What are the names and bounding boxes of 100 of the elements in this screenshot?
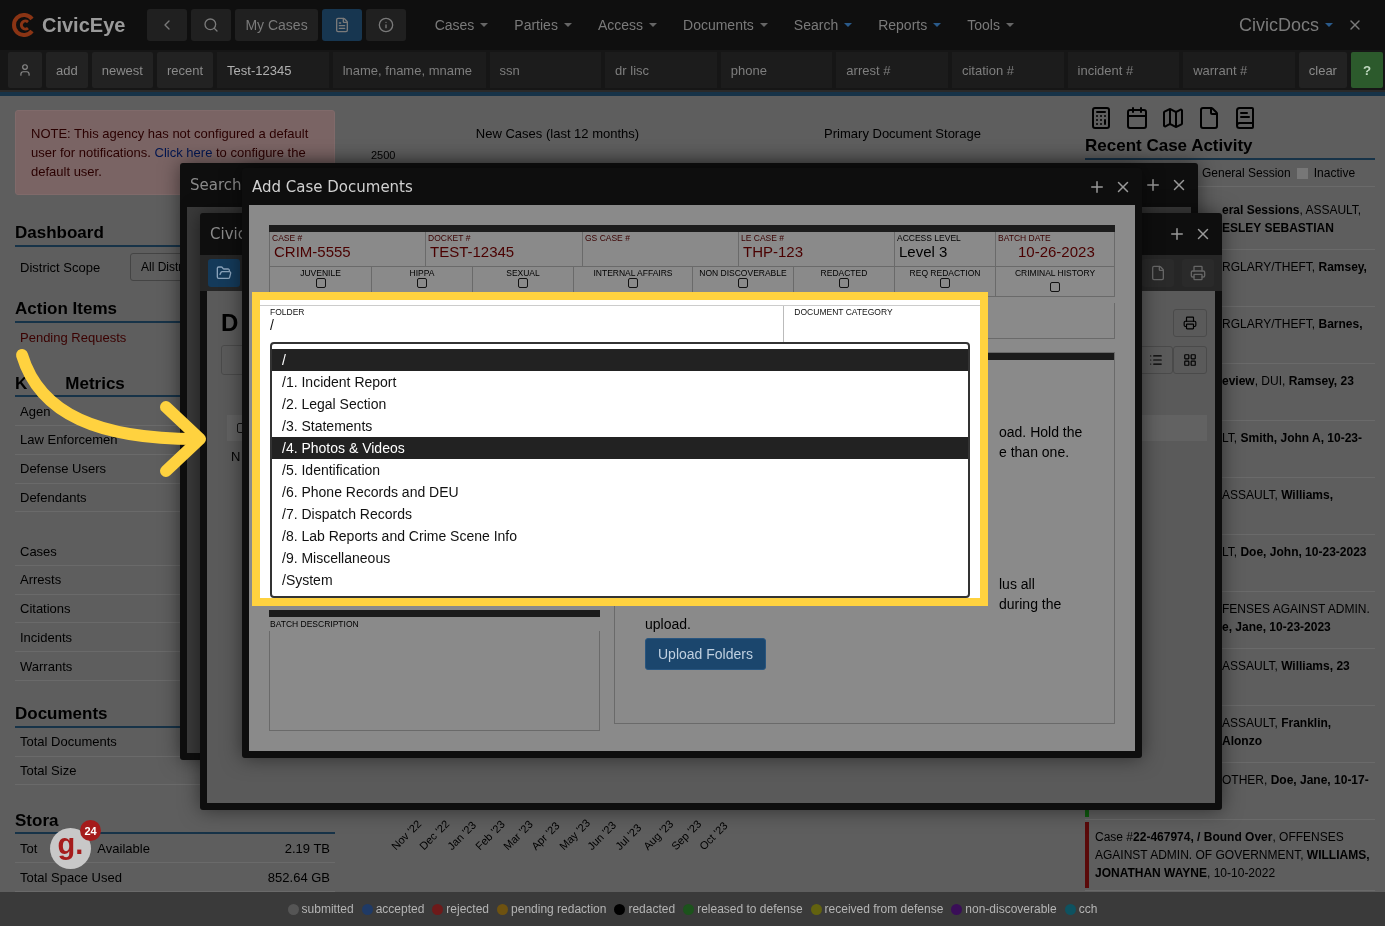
help-button[interactable]: ? [1350, 52, 1383, 88]
metric-value: 852.64 GB [267, 869, 330, 885]
clear-button[interactable]: clear [1298, 52, 1347, 88]
flag-label: REDACTED [820, 268, 868, 278]
chart-title: New Cases (last 12 months) [474, 126, 641, 141]
info-button[interactable] [365, 9, 406, 41]
checkbox[interactable] [738, 278, 748, 288]
field-value: / [270, 317, 274, 333]
brand-menu[interactable]: CivicDocs [1239, 14, 1333, 36]
folder-button[interactable] [208, 259, 240, 287]
menu-item[interactable]: Reports [867, 17, 953, 33]
search-field[interactable]: lname, fname, mname [332, 52, 486, 88]
batch-description-field[interactable] [269, 631, 600, 731]
checkbox[interactable] [628, 278, 638, 288]
logo-icon [12, 13, 36, 37]
flag-label: INTERNAL AFFAIRS [593, 268, 673, 278]
menu-item[interactable]: Access [586, 17, 668, 33]
info-icon [377, 17, 394, 33]
checkbox[interactable] [518, 278, 528, 288]
metric-label: Total Space Used [20, 869, 122, 885]
folder-option[interactable]: /4. Photos & Videos [272, 437, 968, 459]
page-heading: D [221, 309, 239, 337]
menu-item[interactable]: Parties [503, 17, 583, 33]
metric-label: Incidents [20, 629, 73, 645]
instruction-text: upload. [645, 615, 691, 634]
flag-label: JUVENILE [300, 268, 341, 278]
menu-item[interactable]: Cases [423, 17, 500, 33]
list-icon [1149, 353, 1163, 367]
search-button[interactable] [191, 9, 232, 41]
field-label: FOLDER [270, 307, 305, 317]
calendar-icon [1125, 106, 1149, 130]
section-title: Dashboard [15, 223, 104, 244]
metric-label: Warrants [20, 658, 73, 674]
search-field[interactable]: incident # [1067, 52, 1180, 88]
checkbox[interactable] [315, 278, 326, 288]
field-label: ACCESS LEVEL [897, 233, 962, 243]
metric-label: Defendants [20, 489, 87, 505]
metric-label: Total Size [20, 763, 77, 779]
checkbox[interactable] [940, 278, 950, 288]
field-label: GS CASE # [585, 233, 631, 243]
caret-icon [1325, 23, 1333, 27]
metric-label: Defense Users [20, 461, 106, 477]
menu-item[interactable]: Search [782, 17, 864, 33]
inactive-swatch [1296, 167, 1308, 179]
checkbox[interactable] [1050, 282, 1060, 292]
flag-label: REQ REDACTION [909, 268, 981, 278]
my-cases-button[interactable]: My Cases [235, 9, 318, 41]
legend-label: received from defense [824, 902, 944, 916]
user-icon [18, 63, 32, 77]
table-cell: N [231, 449, 241, 464]
print-icon [1183, 316, 1197, 330]
field-label: LE CASE # [741, 233, 785, 243]
menu-item[interactable]: Tools [956, 17, 1025, 33]
field-label: BATCH DESCRIPTION [269, 618, 360, 631]
grid-icon [1183, 353, 1197, 367]
grid-view-button[interactable] [1173, 346, 1207, 374]
map-icon [1161, 106, 1185, 130]
file-icon [1150, 265, 1166, 281]
field-value: 10-26-2023 [1017, 243, 1096, 260]
field-label: BATCH DATE [998, 233, 1052, 243]
flag-label: SEXUAL [506, 268, 540, 278]
file-button[interactable] [1142, 259, 1174, 287]
legend-label: rejected [446, 902, 490, 916]
metric-label: Law Enforcemen [20, 432, 118, 448]
menu-item[interactable]: Documents [672, 17, 779, 33]
pending-requests-link[interactable]: Pending Requests [20, 329, 127, 345]
window-title: Search [190, 176, 242, 194]
search-field[interactable]: Test-12345 [217, 52, 329, 88]
configure-link[interactable]: Click here [154, 145, 213, 160]
search-bar-button[interactable]: recent [156, 52, 214, 88]
user-button[interactable] [8, 52, 42, 88]
search-icon [203, 17, 220, 33]
chart-title: Primary Document Storage [823, 126, 982, 141]
instruction-text: e than one. [999, 443, 1070, 462]
section-title: K [15, 373, 28, 394]
document-button[interactable] [321, 9, 362, 41]
section-title: Metrics [65, 373, 125, 394]
search-field[interactable]: phone [720, 52, 833, 88]
metric-label: Total Documents [20, 734, 117, 750]
print-button[interactable] [1173, 309, 1207, 337]
field-value: Level 3 [898, 243, 949, 260]
activity-item[interactable]: Case #22-467974, / Bound Over, OFFENSES AGAINST ADMIN. OF GOVERNMENT, WILLIAMS, JONATHAN WAYNE, 10-10-2022 [1089, 820, 1375, 890]
search-field[interactable]: dr lisc [605, 52, 717, 88]
search-field[interactable]: arrest # [836, 52, 948, 88]
notification-count: 24 [80, 820, 101, 841]
search-field[interactable]: warrant # [1183, 52, 1295, 88]
print-button[interactable] [1182, 259, 1214, 287]
upload-folders-button[interactable]: Upload Folders [645, 638, 766, 670]
legend-label: Inactive [1313, 166, 1356, 180]
checkbox[interactable] [417, 278, 427, 288]
search-field[interactable]: citation # [951, 52, 1064, 88]
search-field[interactable]: ssn [489, 52, 602, 88]
plus-icon [1144, 176, 1162, 194]
checkbox[interactable] [839, 278, 849, 288]
document-icon [333, 17, 350, 33]
search-bar-button[interactable]: newest [91, 52, 153, 88]
section-title: Documents [15, 704, 108, 725]
search-bar-button[interactable]: add [46, 52, 88, 88]
folder-option[interactable]: / [272, 349, 968, 371]
book-icon [1233, 106, 1257, 130]
